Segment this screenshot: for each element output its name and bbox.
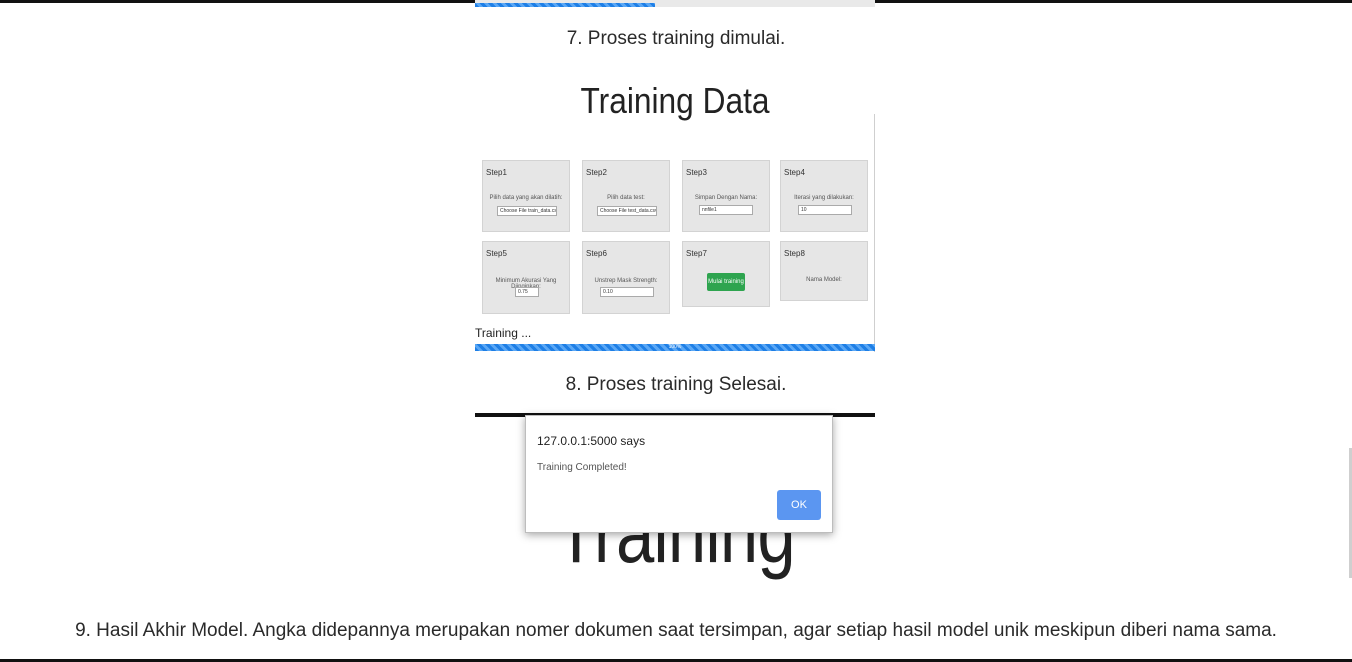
training-progress-bar: 100% — [475, 344, 875, 351]
caption-step8: 8. Proses training Selesai. — [565, 374, 787, 395]
previous-screenshot-fragment — [475, 0, 875, 7]
model-name-input[interactable]: nnfile1 — [699, 205, 753, 215]
step-label: Step1 — [486, 168, 507, 177]
step-label: Step6 — [586, 249, 607, 258]
step6-card: Step6 Unstrep Mask Strength: 0.10 — [582, 241, 670, 314]
step2-label: Pilih data test: — [607, 195, 645, 201]
step1-label: Pilih data yang akan dilatih: — [489, 195, 563, 201]
step6-label: Unstrep Mask Strength: — [594, 278, 658, 284]
progress-fill — [475, 3, 655, 7]
mask-strength-input[interactable]: 0.10 — [600, 287, 654, 297]
step2-card: Step2 Pilih data test: Choose File test_… — [582, 160, 670, 232]
alert-dialog: 127.0.0.1:5000 says Training Completed! … — [525, 415, 833, 533]
caption-step9: 9. Hasil Akhir Model. Angka didepannya m… — [75, 620, 1277, 641]
step-label: Step7 — [686, 249, 707, 258]
step4-card: Step4 Iterasi yang dilakukan: 10 — [780, 160, 868, 232]
step-label: Step4 — [784, 168, 805, 177]
training-status: Training ... — [475, 326, 532, 340]
step-label: Step8 — [784, 249, 805, 258]
step1-card: Step1 Pilih data yang akan dilatih: Choo… — [482, 160, 570, 232]
step-label: Step2 — [586, 168, 607, 177]
ok-button[interactable]: OK — [777, 490, 821, 520]
screenshot-border — [874, 114, 875, 352]
step-label: Step3 — [686, 168, 707, 177]
step7-card: Step7 Mulai training — [682, 241, 770, 307]
step-label: Step5 — [486, 249, 507, 258]
progress-percent: 100% — [668, 344, 682, 350]
caption-step7: 7. Proses training dimulai. — [566, 28, 786, 49]
min-accuracy-input[interactable]: 0.75 — [515, 287, 539, 297]
model-name-label: Nama Model: — [806, 277, 842, 283]
test-file-input[interactable]: Choose File test_data.csv — [597, 206, 657, 216]
training-screenshot: Training Data Step1 Pilih data yang akan… — [475, 68, 875, 352]
step5-card: Step5 Minimum Akurasi Yang Diinginkan: 0… — [482, 241, 570, 314]
step3-card: Step3 Simpan Dengan Nama: nnfile1 — [682, 160, 770, 232]
step8-card: Step8 Nama Model: — [780, 241, 868, 301]
train-file-input[interactable]: Choose File train_data.csv — [497, 206, 557, 216]
step4-label: Iterasi yang dilakukan: — [794, 195, 854, 201]
dialog-origin: 127.0.0.1:5000 says — [537, 434, 646, 448]
iteration-input[interactable]: 10 — [798, 205, 852, 215]
dialog-message: Training Completed! — [537, 462, 627, 473]
step3-label: Simpan Dengan Nama: — [694, 195, 758, 201]
start-training-button[interactable]: Mulai training — [707, 273, 745, 291]
page-title: Training Data — [580, 80, 770, 121]
